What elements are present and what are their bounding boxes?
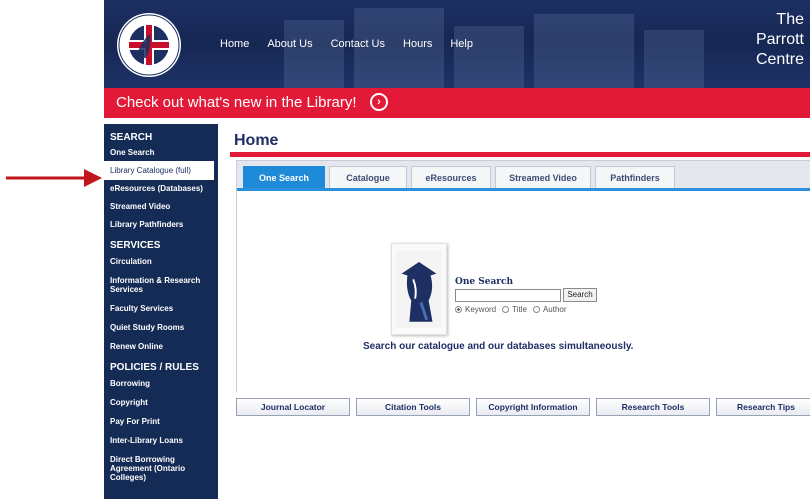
title-divider [230, 152, 810, 157]
nav-hours[interactable]: Hours [403, 38, 432, 50]
nav-home[interactable]: Home [220, 38, 249, 50]
nav-contact-us[interactable]: Contact Us [331, 38, 385, 50]
sidebar-heading-search: SEARCH [110, 132, 153, 143]
site-header: Home About Us Contact Us Hours Help The … [104, 0, 810, 88]
search-tagline: Search our catalogue and our databases s… [363, 341, 634, 352]
sidebar-item-faculty-services[interactable]: Faculty Services [104, 300, 218, 319]
announcement-banner[interactable]: Check out what's new in the Library! › [104, 88, 810, 118]
search-button[interactable]: Search [563, 288, 597, 302]
library-page: Home About Us Contact Us Hours Help The … [104, 0, 810, 499]
sidebar-item-information-research[interactable]: Information & Research Services [104, 272, 218, 300]
banner-text: Check out what's new in the Library! [116, 94, 357, 111]
sidebar-item-borrowing[interactable]: Borrowing [104, 376, 218, 394]
nav-help[interactable]: Help [450, 38, 473, 50]
one-search-panel: One Search Search Keyword Title Author S… [237, 188, 810, 392]
research-tools-button[interactable]: Research Tools [596, 398, 710, 416]
citation-tools-button[interactable]: Citation Tools [356, 398, 470, 416]
sidebar-item-circulation[interactable]: Circulation [104, 254, 218, 272]
brand-line: The [776, 11, 804, 28]
radio-unselected-icon [532, 306, 540, 313]
radio-selected-icon [455, 306, 462, 313]
search-tab-panel: One Search Catalogue eResources Streamed… [236, 160, 810, 392]
copyright-information-button[interactable]: Copyright Information [476, 398, 590, 416]
sidebar-item-eresources[interactable]: eResources (Databases) [104, 180, 218, 198]
search-scope-options: Keyword Title Author [455, 305, 573, 314]
nav-about-us[interactable]: About Us [267, 38, 312, 50]
sidebar-item-library-catalogue[interactable]: Library Catalogue (full) [104, 161, 214, 180]
brand-line: Centre [755, 51, 804, 68]
chevron-right-circle-icon[interactable]: › [370, 93, 388, 111]
sidebar: SEARCH One Search Library Catalogue (ful… [104, 124, 218, 499]
loyalist-mascot-image [391, 243, 447, 335]
top-navigation: Home About Us Contact Us Hours Help [220, 38, 491, 50]
college-logo[interactable] [116, 12, 182, 78]
radio-label: Author [542, 305, 567, 314]
page-title: Home [234, 132, 279, 149]
tab-bar: One Search Catalogue eResources Streamed… [243, 166, 679, 188]
radio-unselected-icon [502, 306, 510, 313]
sidebar-item-inter-library-loans[interactable]: Inter-Library Loans [104, 432, 218, 451]
radio-keyword[interactable]: Keyword [455, 305, 496, 314]
site-brand[interactable]: The Parrott Centre [756, 10, 804, 70]
radio-label: Keyword [465, 305, 497, 314]
research-tips-button[interactable]: Research Tips [716, 398, 810, 416]
journal-locator-button[interactable]: Journal Locator [236, 398, 350, 416]
sidebar-item-streamed-video[interactable]: Streamed Video [104, 198, 218, 216]
tab-streamed-video[interactable]: Streamed Video [495, 166, 591, 188]
sidebar-item-copyright[interactable]: Copyright [104, 394, 218, 413]
sidebar-heading-services: SERVICES [110, 240, 161, 251]
brand-line: Parrott [755, 31, 804, 48]
search-label: One Search [455, 277, 514, 287]
main-content: Home One Search Catalogue eResources Str… [230, 124, 810, 499]
tab-catalogue[interactable]: Catalogue [329, 166, 407, 188]
annotation-arrow-icon [6, 169, 102, 187]
sidebar-item-library-pathfinders[interactable]: Library Pathfinders [104, 216, 218, 238]
search-input[interactable] [455, 289, 561, 302]
sidebar-item-one-search[interactable]: One Search [104, 146, 218, 161]
quick-links: Journal Locator Citation Tools Copyright… [236, 398, 810, 416]
tab-pathfinders[interactable]: Pathfinders [595, 166, 675, 188]
radio-title[interactable]: Title [502, 305, 527, 314]
sidebar-item-direct-borrowing[interactable]: Direct Borrowing Agreement (Ontario Coll… [104, 451, 218, 482]
sidebar-heading-policies: POLICIES / RULES [110, 362, 199, 373]
radio-author[interactable]: Author [532, 305, 567, 314]
tab-eresources[interactable]: eResources [411, 166, 491, 188]
sidebar-item-pay-for-print[interactable]: Pay For Print [104, 413, 218, 432]
sidebar-item-quiet-study-rooms[interactable]: Quiet Study Rooms [104, 319, 218, 338]
tab-one-search[interactable]: One Search [243, 166, 325, 188]
radio-label: Title [512, 305, 527, 314]
sidebar-item-renew-online[interactable]: Renew Online [104, 338, 218, 360]
